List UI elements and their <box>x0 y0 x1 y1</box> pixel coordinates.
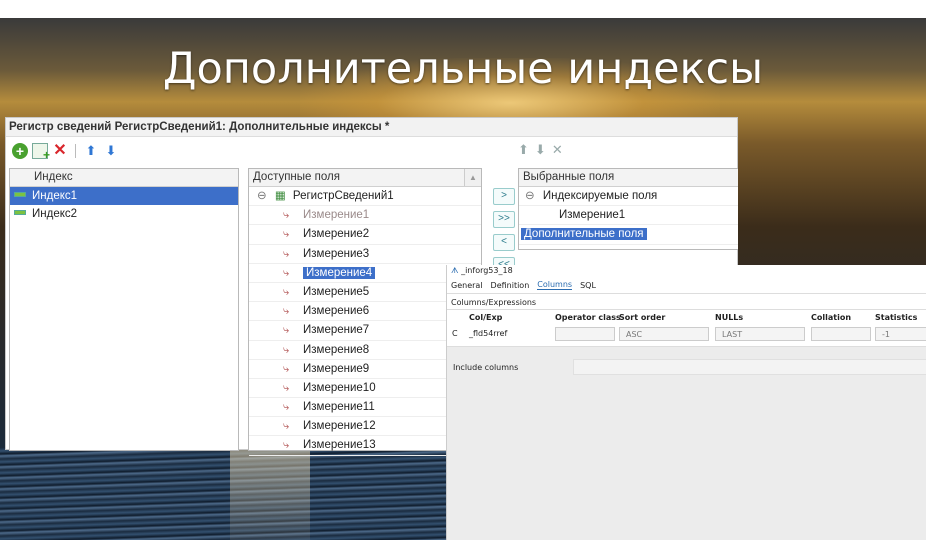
include-columns-field[interactable] <box>573 359 926 375</box>
group-row[interactable]: ⊖ Индексируемые поля <box>519 187 738 207</box>
field-label: Измерение1 <box>303 209 370 222</box>
delete-icon[interactable]: ✕ <box>52 143 68 159</box>
available-header: Доступные поля <box>249 169 481 187</box>
field-label: Измерение13 <box>303 439 376 452</box>
sea-image <box>0 448 446 540</box>
col-header: Statistics <box>875 313 918 322</box>
col-header: Operator class <box>555 313 621 322</box>
slide-title: Дополнительные индексы <box>162 44 764 94</box>
statistics-input[interactable]: -1 <box>875 327 926 341</box>
dimension-icon: ⤷ <box>283 381 290 394</box>
move-down-icon[interactable]: ⬇ <box>103 143 119 159</box>
add-all-button[interactable]: >> <box>493 211 515 228</box>
field-label: Измерение6 <box>303 305 370 318</box>
toolbar-separator <box>75 144 76 158</box>
section-label: Columns/Expressions <box>447 294 926 309</box>
move-down-icon[interactable]: ⬇ <box>535 142 546 158</box>
dimension-icon: ⤷ <box>283 362 290 375</box>
col-header: NULLs <box>715 313 744 322</box>
dimension-icon: ⤷ <box>283 401 290 414</box>
index-icon: ᗑ <box>451 266 459 275</box>
pgadmin-index-dialog: ᗑ _inforg53_18 General Definition Column… <box>446 265 926 540</box>
field-label: Измерение3 <box>303 247 370 260</box>
field-label: Измерение2 <box>303 228 370 241</box>
field-row[interactable]: ⤷ Измерение1 <box>249 206 481 226</box>
move-up-icon[interactable]: ⬆ <box>518 142 529 158</box>
add-field-button[interactable]: > <box>493 188 515 205</box>
dimension-icon: ⤷ <box>283 324 290 337</box>
extra-fields-row[interactable]: Дополнительные поля <box>519 225 738 245</box>
field-label: Измерение11 <box>303 401 375 414</box>
col-header: Collation <box>811 313 852 322</box>
dimension-icon: ⤷ <box>283 439 290 452</box>
index-header: Индекс <box>10 169 238 187</box>
field-label: Измерение7 <box>303 324 370 337</box>
sea-glare <box>230 448 310 540</box>
field-label: Измерение8 <box>303 343 370 356</box>
copy-icon[interactable] <box>32 143 50 162</box>
dimension-icon: ⤷ <box>283 285 290 298</box>
collapse-icon[interactable]: ⊖ <box>525 190 535 202</box>
dimension-icon: ⤷ <box>283 228 290 241</box>
index-row[interactable]: Индекс2 <box>10 205 238 223</box>
dimension-icon: ⤷ <box>283 247 290 260</box>
tab-general[interactable]: General <box>451 281 483 290</box>
selected-fields-panel: Выбранные поля ⊖ Индексируемые поля Изме… <box>518 168 738 250</box>
field-label: Измерение12 <box>303 420 376 433</box>
selected-toolbar: ⬆ ⬇ ✕ <box>518 142 563 158</box>
sort-order-select[interactable]: ASC <box>619 327 709 341</box>
field-label: Измерение10 <box>303 381 376 394</box>
dimension-icon: ⤷ <box>283 420 290 433</box>
dialog-title: ᗑ _inforg53_18 <box>447 265 926 277</box>
remove-field-button[interactable]: < <box>493 234 515 251</box>
index-toolbar: + ✕ ⬆ ⬇ <box>12 142 119 162</box>
group-item-row[interactable]: Измерение1 <box>519 206 738 226</box>
remove-icon[interactable]: ✕ <box>552 142 563 158</box>
dimension-icon: ⤷ <box>283 305 290 318</box>
window-title: Регистр сведений РегистрСведений1: Допол… <box>6 118 737 137</box>
field-label: Измерение5 <box>303 285 370 298</box>
collation-select[interactable] <box>811 327 871 341</box>
row-marker: C <box>452 329 458 338</box>
add-icon[interactable]: + <box>12 143 28 159</box>
dimension-icon: ⤷ <box>283 209 290 222</box>
move-up-icon[interactable]: ⬆ <box>83 143 99 159</box>
tab-columns[interactable]: Columns <box>537 280 573 290</box>
tab-sql[interactable]: SQL <box>580 281 596 290</box>
col-header: Col/Exp <box>469 313 503 322</box>
field-row[interactable]: ⤷ Измерение3 <box>249 245 481 264</box>
col-exp-value[interactable]: _fld54rref <box>469 329 507 338</box>
include-columns-label: Include columns <box>453 363 519 372</box>
collapse-icon[interactable]: ⊖ <box>257 190 267 202</box>
scroll-up-icon[interactable]: ▲ <box>464 169 481 186</box>
dimension-icon: ⤷ <box>283 343 290 356</box>
index-row[interactable]: Индекс1 <box>10 187 238 205</box>
dialog-tabs: General Definition Columns SQL <box>447 277 926 294</box>
dimension-icon: ⤷ <box>283 266 290 279</box>
tree-root[interactable]: ⊖ ▦ РегистрСведений1 <box>249 187 481 207</box>
field-row[interactable]: ⤷ Измерение2 <box>249 225 481 245</box>
register-icon: ▦ <box>274 190 286 202</box>
nulls-select[interactable]: LAST <box>715 327 805 341</box>
operator-class-select[interactable] <box>555 327 615 341</box>
selected-header: Выбранные поля <box>519 169 738 187</box>
field-label: Измерение4 <box>303 266 376 279</box>
columns-grid: Col/Exp Operator class Sort order NULLs … <box>447 309 926 347</box>
field-label: Измерение9 <box>303 362 370 375</box>
tab-definition[interactable]: Definition <box>491 281 530 290</box>
index-panel: Индекс Индекс1 Индекс2 <box>9 168 239 451</box>
index-icon <box>14 210 26 216</box>
col-header: Sort order <box>619 313 666 322</box>
index-icon <box>14 192 26 198</box>
